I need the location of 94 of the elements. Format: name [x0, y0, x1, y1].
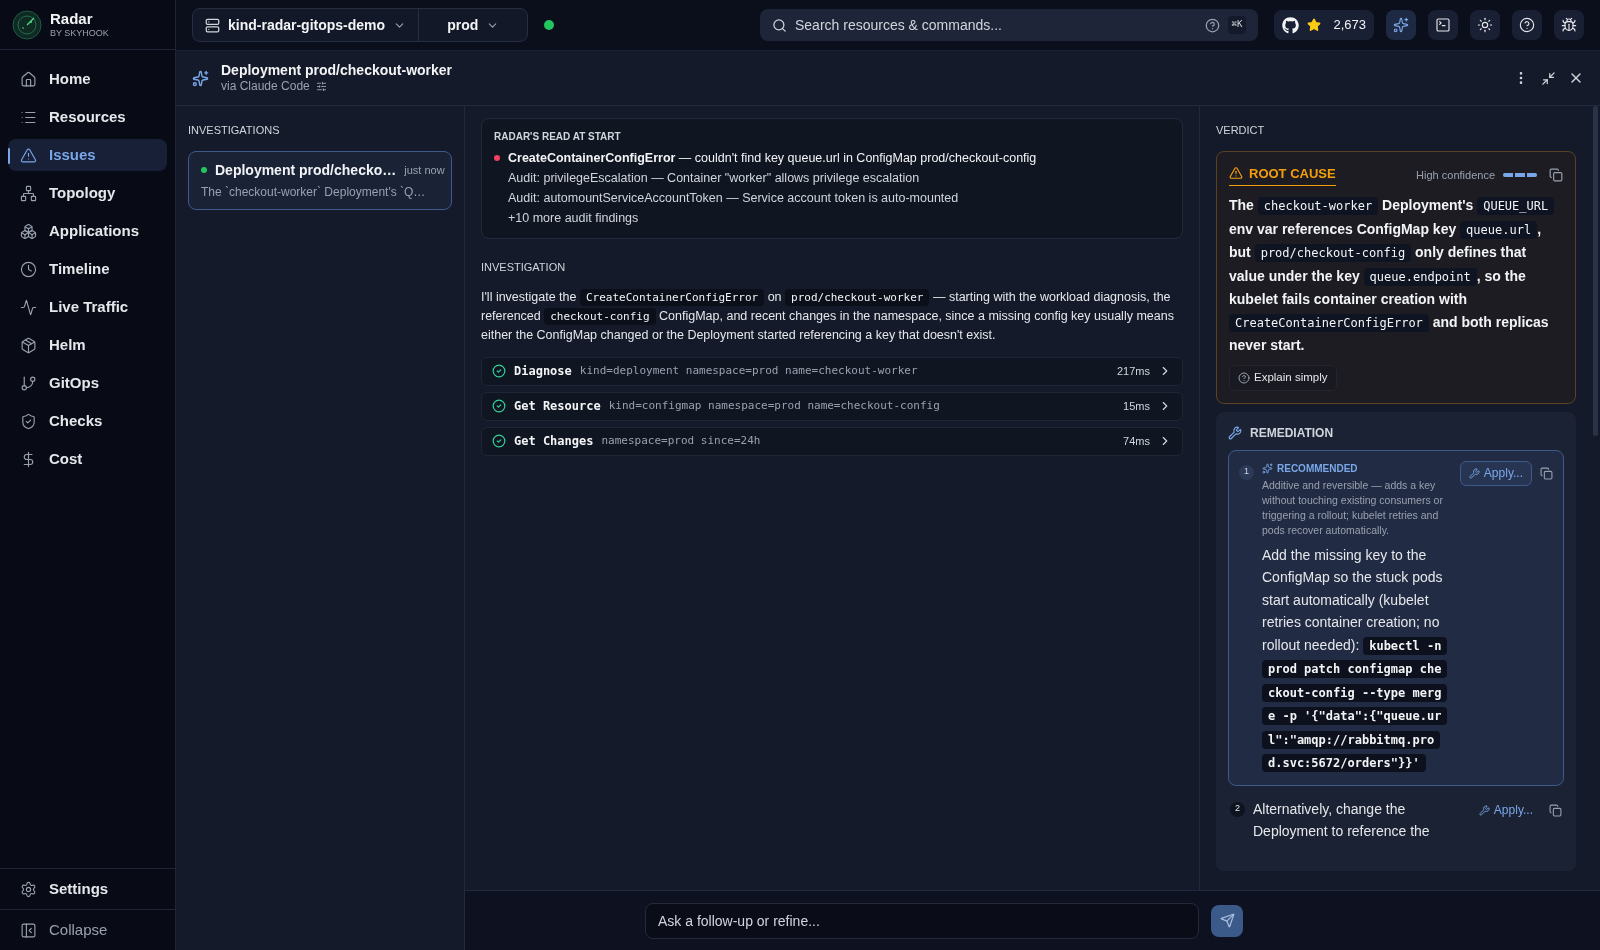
send-icon [1219, 913, 1235, 928]
help-icon [1519, 17, 1535, 33]
terminal-button[interactable] [1428, 10, 1458, 40]
nav-icon [20, 412, 37, 430]
tool-step-row[interactable]: Get Changes namespace=prod since=24h 74ms [481, 426, 1183, 456]
explain-simply-button[interactable]: Explain simply [1229, 364, 1337, 391]
investigation-title: Deployment prod/checko… [215, 160, 397, 180]
search-icon [772, 17, 787, 33]
investigation-time: just now [404, 162, 445, 178]
nav-item[interactable]: Live Traffic [8, 291, 167, 323]
brand-name: Radar [50, 9, 94, 29]
radar-logo-icon [12, 9, 42, 40]
nav-icon [20, 184, 37, 202]
recommended-label: RECOMMENDED [1277, 461, 1358, 476]
tool-step-row[interactable]: Diagnose kind=deployment namespace=prod name=checkout-worker 217ms [481, 356, 1183, 386]
option-text: Alternatively, change the Deployment to reference the [1253, 799, 1431, 841]
nav-item[interactable]: Home [8, 63, 167, 95]
option-number: 2 [1230, 801, 1245, 817]
star-icon [1307, 18, 1322, 32]
shortcut-key: ⌘K [1227, 16, 1247, 34]
brand-tagline: BY SKYHOOK [50, 28, 109, 40]
scrollbar-thumb[interactable] [1593, 106, 1598, 436]
panel-title: Deployment prod/checkout-worker [221, 61, 453, 80]
copy-icon[interactable] [1540, 466, 1553, 480]
collapse-button[interactable]: Collapse [8, 914, 167, 946]
nav-item[interactable]: Issues [8, 139, 167, 171]
card-heading: RADAR'S READ AT START [494, 130, 622, 144]
nav-icon [20, 146, 37, 164]
nav-item[interactable]: Resources [8, 101, 167, 133]
nav-icon [20, 298, 37, 316]
root-cause-label: ROOT CAUSE [1229, 163, 1336, 186]
finding-text: Audit: automountServiceAccountToken — Service account token is auto-mounted [508, 189, 959, 207]
nav-item[interactable]: GitOps [8, 367, 167, 399]
sun-button[interactable] [1470, 10, 1500, 40]
section-heading: VERDICT [1216, 123, 1266, 138]
apply-button[interactable]: Apply... [1459, 460, 1532, 486]
settings-icon [20, 880, 37, 898]
cluster-selector[interactable]: kind-radar-gitops-demo [193, 9, 420, 41]
nav-icon [20, 336, 37, 354]
sparkles-icon [1262, 462, 1273, 474]
nav-icon [20, 222, 37, 240]
nav-icon [20, 260, 37, 278]
bug-button[interactable] [1554, 10, 1584, 40]
tool-step-row[interactable]: Get Resource kind=configmap namespace=prod name=checkout-config 15ms [481, 391, 1183, 421]
option-note: Additive and reversible — adds a key without touching existing consumers or triggering a rollout; kubelet retries and pods recover automatically. [1262, 477, 1444, 538]
help-icon [1238, 371, 1250, 384]
nav-item[interactable]: Cost [8, 443, 167, 475]
wrench-icon [1468, 467, 1480, 479]
investigation-item[interactable]: Deployment prod/checko… just now The `checkout-worker` Deployment's `Q… [188, 150, 452, 210]
section-heading: INVESTIGATIONS [188, 123, 281, 138]
section-heading: INVESTIGATION [481, 260, 567, 275]
finding-text: Audit: privilegeEscalation — Container "worker" allows privilege escalation [508, 169, 920, 187]
namespace-selector[interactable]: prod [419, 9, 528, 41]
finding-text: +10 more audit findings [508, 209, 639, 227]
sun-icon [1477, 17, 1493, 33]
finding-text: CreateContainerConfigError — couldn't find key queue.url in ConfigMap prod/checkout-config [508, 149, 1037, 167]
sparkles-icon [192, 69, 209, 87]
wrench-icon [1228, 425, 1242, 440]
investigation-summary: The `checkout-worker` Deployment's `Q… [201, 183, 427, 201]
sidebar-collapse-icon [20, 921, 37, 939]
nav-icon [20, 374, 37, 392]
nav-item[interactable]: Checks [8, 405, 167, 437]
settings-button[interactable]: Settings [8, 873, 167, 905]
github-icon [1282, 16, 1300, 34]
nav-item[interactable]: Timeline [8, 253, 167, 285]
wrench-icon [1478, 804, 1490, 816]
ai-assistant-icon [1393, 17, 1409, 33]
option-number: 1 [1239, 464, 1254, 480]
sliders-icon[interactable] [315, 81, 327, 93]
confidence-label: High confidence [1416, 167, 1495, 183]
nav-item[interactable]: Applications [8, 215, 167, 247]
root-cause-text: The checkout-worker Deployment's QUEUE_URL env var references ConfigMap key queue.url , but prod/checkout-config only defines that value under the key queue.endpoint , so the kubelet fails container creation with CreateContainerConfigError and both replicas never start. [1229, 194, 1563, 357]
search-bar[interactable]: Search resources & commands... ⌘K [760, 9, 1259, 41]
copy-icon[interactable] [1549, 167, 1563, 182]
nav-item[interactable]: Helm [8, 329, 167, 361]
nav-icon [20, 70, 37, 88]
ai-assistant-button[interactable] [1386, 10, 1416, 40]
github-stars-button[interactable]: 2,673 [1274, 10, 1374, 40]
panel-subtitle: via Claude Code [221, 79, 310, 95]
investigation-text: I'll investigate the CreateContainerConfigError on prod/checkout-worker — starting with the workload diagnosis, the referenced checkout-config ConfigMap, and recent changes in the namespace, since a missing config key usually means either the ConfigMap changed or the Deployment started referencing a key that doesn't exist. [481, 287, 1175, 344]
copy-icon[interactable] [1549, 803, 1562, 817]
help-button[interactable] [1512, 10, 1542, 40]
follow-up-field[interactable]: Ask a follow-up or refine... [645, 902, 1199, 939]
server-icon [205, 17, 220, 33]
bug-icon [1561, 17, 1577, 33]
minimize-icon[interactable] [1541, 70, 1556, 86]
nav-item[interactable]: Topology [8, 177, 167, 209]
terminal-icon [1435, 17, 1451, 33]
remediation-heading: REMEDIATION [1250, 424, 1334, 442]
warning-icon [1229, 166, 1243, 181]
apply-button[interactable]: Apply... [1470, 797, 1541, 823]
send-button[interactable] [1211, 904, 1243, 937]
help-icon [1204, 17, 1220, 33]
search-field[interactable]: Search resources & commands... [795, 14, 1197, 36]
